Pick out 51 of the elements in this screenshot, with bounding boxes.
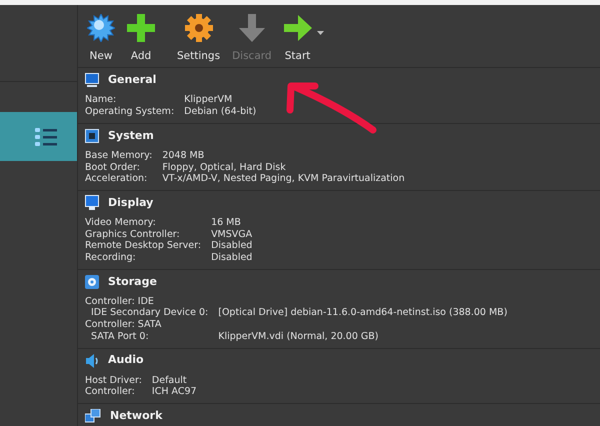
right-arrow-icon	[284, 14, 312, 41]
detail-label: Controller: SATA	[85, 319, 162, 331]
down-arrow-icon	[238, 14, 265, 42]
detail-value: 2048 MB	[162, 150, 206, 162]
section-title: Network	[110, 408, 162, 424]
detail-label: Name:	[85, 94, 118, 106]
chip-icon	[85, 128, 99, 143]
detail-value: Default	[152, 374, 188, 386]
detail-label: SATA Port 0:	[90, 330, 150, 343]
caret-icon[interactable]	[316, 31, 324, 35]
section-title: General	[108, 72, 156, 88]
toolbar-button[interactable]: Start	[280, 12, 315, 64]
speaker-icon	[85, 354, 99, 368]
detail-label: Boot Order:	[85, 162, 141, 174]
detail-value: Debian (64-bit)	[184, 106, 258, 118]
detail-value: Floppy, Optical, Hard Disk	[162, 162, 287, 174]
plus-icon	[127, 14, 155, 42]
disk-icon	[85, 274, 99, 289]
detail-value: [Optical Drive] debian-11.6.0-amd64-netinst.iso (388.00 MB)	[218, 307, 508, 320]
detail-label: Controller:	[85, 386, 136, 398]
detail-value: KlipperVM	[184, 94, 234, 106]
network-icon	[85, 409, 101, 423]
detail-label: Video Memory:	[85, 216, 157, 229]
toolbar-button[interactable]: Add	[124, 12, 158, 64]
detail-label: Recording:	[85, 252, 137, 264]
detail-label: Host Driver:	[85, 374, 142, 386]
toolbar-button[interactable]: Settings	[174, 12, 224, 64]
detail-value: 16 MB	[211, 216, 242, 229]
detail-label: Controller: IDE	[85, 296, 155, 308]
detail-value: ICH AC97	[152, 386, 198, 398]
section-title: System	[108, 128, 154, 144]
detail-label: Operating System:	[85, 106, 174, 118]
monitor-icon	[85, 73, 99, 88]
toolbar-button[interactable]: New	[84, 12, 118, 64]
detail-value: Disabled	[211, 252, 254, 264]
section-title: Storage	[108, 274, 157, 290]
detail-value: VT-x/AMD-V, Nested Paging, KVM Paravirtualization	[162, 173, 406, 185]
detail-value: VMSVGA	[211, 228, 254, 240]
detail-label: IDE Secondary Device 0:	[90, 307, 208, 320]
detail-label: Acceleration:	[85, 173, 148, 185]
detail-value: KlipperVM.vdi (Normal, 20.00 GB)	[218, 330, 380, 343]
starburst-icon	[87, 14, 115, 42]
detail-label: Graphics Controller:	[85, 228, 181, 240]
detail-label: Remote Desktop Server:	[85, 240, 202, 252]
list-icon	[35, 126, 57, 146]
section-title: Display	[108, 194, 154, 211]
detail-label: Base Memory:	[85, 150, 152, 162]
monitor-icon	[85, 195, 99, 210]
section-title: Audio	[108, 352, 144, 368]
sidebar-item[interactable]	[0, 112, 77, 161]
detail-value: Disabled	[211, 240, 254, 252]
